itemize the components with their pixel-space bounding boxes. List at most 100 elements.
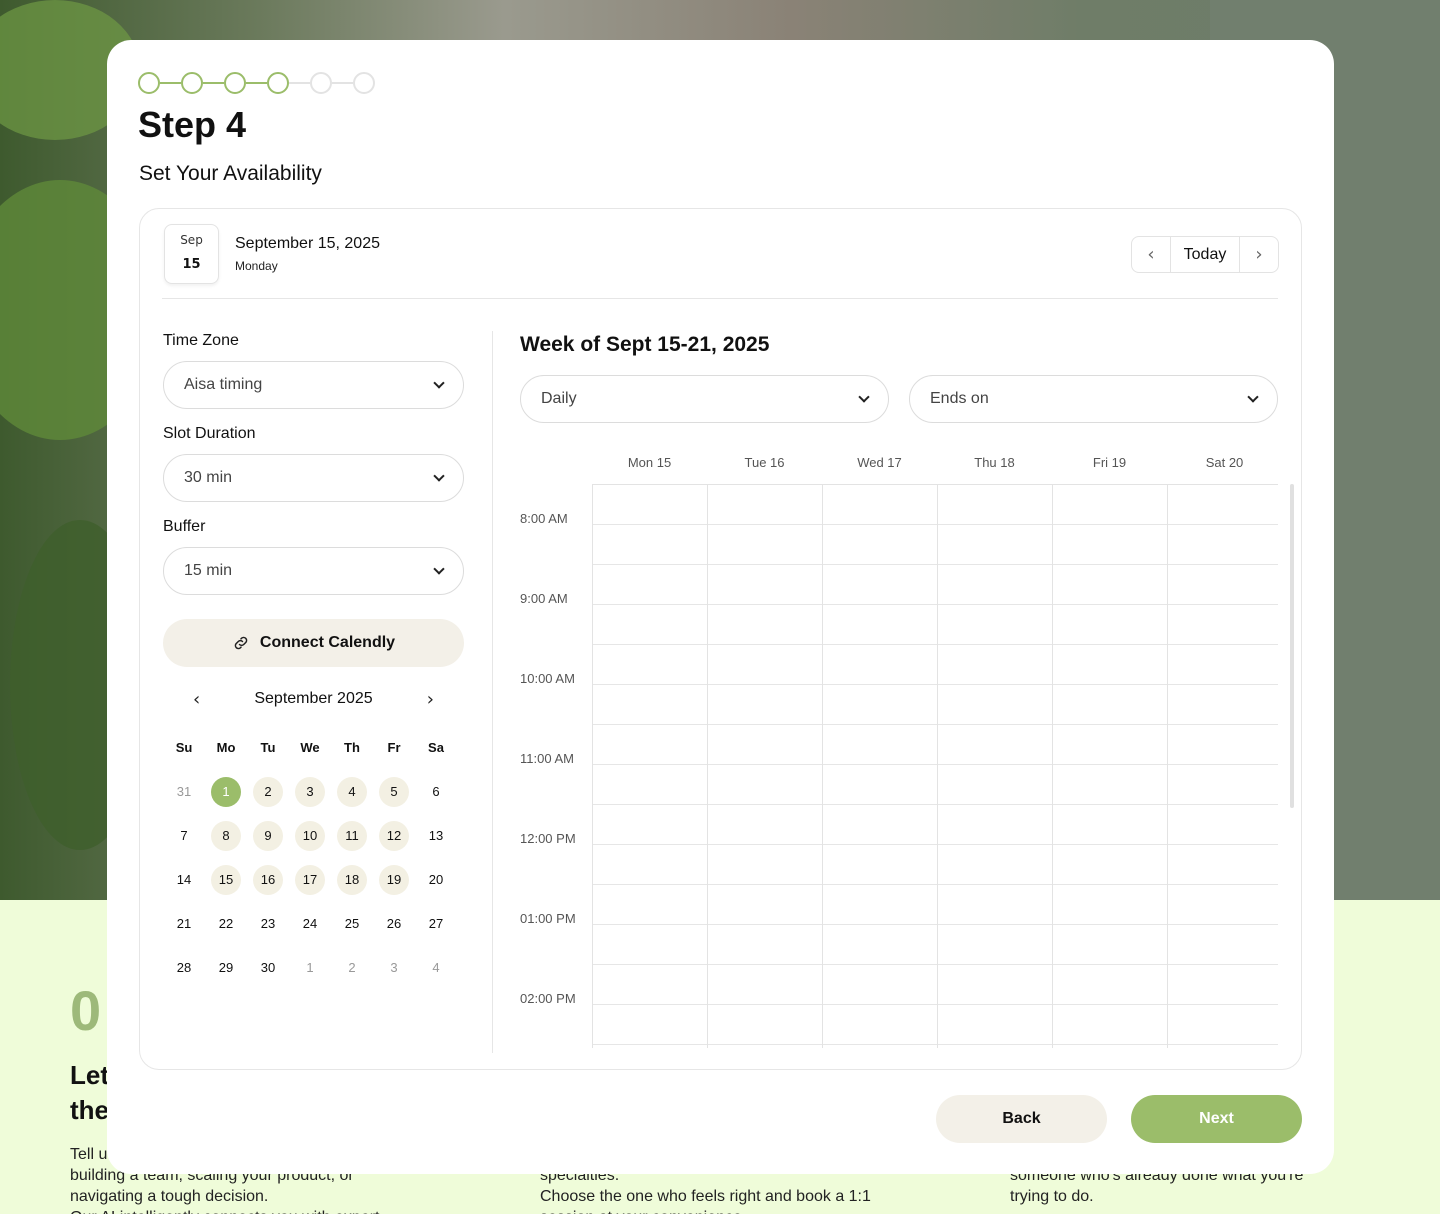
- step-indicator: [224, 72, 246, 94]
- calendar-day[interactable]: 5: [379, 777, 409, 807]
- calendar-day[interactable]: 4: [337, 777, 367, 807]
- step-subtitle: Set Your Availability: [139, 162, 322, 185]
- calendar-day[interactable]: 17: [295, 865, 325, 895]
- grid-row-line: [593, 884, 1278, 885]
- week-grid[interactable]: [592, 484, 1278, 1048]
- connect-calendly-label: Connect Calendly: [259, 634, 396, 651]
- calendar-day[interactable]: 6: [421, 777, 451, 807]
- calendar-day[interactable]: 2: [337, 953, 367, 983]
- time-label: 01:00 PM: [520, 911, 576, 926]
- next-button[interactable]: Next: [1131, 1095, 1302, 1143]
- next-month-button[interactable]: ›: [427, 689, 434, 710]
- calendar-day[interactable]: 26: [379, 909, 409, 939]
- time-label: 12:00 PM: [520, 831, 576, 846]
- calendar-day[interactable]: 8: [211, 821, 241, 851]
- calendar-day[interactable]: 20: [421, 865, 451, 895]
- calendar-day[interactable]: 3: [295, 777, 325, 807]
- time-label: 02:00 PM: [520, 991, 576, 1006]
- calendar-day[interactable]: 1: [211, 777, 241, 807]
- prev-month-button[interactable]: ‹: [193, 689, 200, 710]
- buffer-select[interactable]: 15 min: [163, 547, 464, 595]
- weekday-label: We: [300, 740, 320, 755]
- date-badge: Sep 15: [164, 224, 219, 284]
- current-date: September 15, 2025: [235, 235, 380, 252]
- buffer-label: Buffer: [163, 518, 206, 535]
- current-weekday: Monday: [235, 259, 278, 273]
- chevron-down-icon: [1247, 391, 1259, 403]
- grid-row-line: [593, 724, 1278, 725]
- calendar-day[interactable]: 16: [253, 865, 283, 895]
- step-connector: [160, 82, 181, 84]
- repeat-select[interactable]: Daily: [520, 375, 889, 423]
- calendar-day[interactable]: 30: [253, 953, 283, 983]
- slot-duration-select[interactable]: 30 min: [163, 454, 464, 502]
- calendar-day[interactable]: 25: [337, 909, 367, 939]
- calendar-day[interactable]: 28: [169, 953, 199, 983]
- step-indicator: [267, 72, 289, 94]
- divider: [162, 298, 1278, 299]
- mini-calendar-header: ‹ September 2025 ›: [163, 687, 464, 711]
- calendar-day[interactable]: 14: [169, 865, 199, 895]
- grid-row-line: [593, 604, 1278, 605]
- weekday-label: Fr: [387, 740, 401, 755]
- chevron-down-icon: [858, 391, 870, 403]
- week-day-header: Tue 16: [744, 455, 785, 470]
- grid-column-line: [822, 485, 823, 1048]
- calendar-day[interactable]: 11: [337, 821, 367, 851]
- calendar-day[interactable]: 18: [337, 865, 367, 895]
- grid-row-line: [593, 1044, 1278, 1045]
- calendar-day[interactable]: 3: [379, 953, 409, 983]
- date-badge-month: Sep: [180, 233, 203, 247]
- buffer-value: 15 min: [184, 562, 233, 579]
- calendar-day[interactable]: 2: [253, 777, 283, 807]
- today-button[interactable]: Today: [1170, 237, 1240, 272]
- calendar-day[interactable]: 24: [295, 909, 325, 939]
- week-title: Week of Sept 15-21, 2025: [520, 333, 770, 356]
- step-connector: [203, 82, 224, 84]
- progress-stepper: [138, 72, 375, 94]
- back-button[interactable]: Back: [936, 1095, 1107, 1143]
- calendar-day[interactable]: 10: [295, 821, 325, 851]
- step-indicator: [138, 72, 160, 94]
- week-day-header: Thu 18: [974, 455, 1015, 470]
- step-connector: [332, 82, 353, 84]
- timezone-label: Time Zone: [163, 332, 239, 349]
- date-nav: ‹ Today ›: [1131, 236, 1279, 273]
- mini-calendar-title: September 2025: [254, 690, 373, 707]
- calendar-day[interactable]: 31: [169, 777, 199, 807]
- calendar-day[interactable]: 13: [421, 821, 451, 851]
- timezone-select[interactable]: Aisa timing: [163, 361, 464, 409]
- week-day-header: Wed 17: [857, 455, 902, 470]
- calendar-day[interactable]: 1: [295, 953, 325, 983]
- section-heading: Let the: [70, 1060, 109, 1125]
- grid-row-line: [593, 564, 1278, 565]
- calendar-day[interactable]: 22: [211, 909, 241, 939]
- weekday-label: Su: [175, 740, 193, 755]
- grid-column-line: [707, 485, 708, 1048]
- next-week-button[interactable]: ›: [1240, 237, 1278, 272]
- date-badge-day: 15: [182, 257, 201, 272]
- calendar-day[interactable]: 27: [421, 909, 451, 939]
- calendar-day[interactable]: 15: [211, 865, 241, 895]
- link-icon: [234, 636, 248, 650]
- time-label: 9:00 AM: [520, 591, 568, 606]
- grid-scrollbar[interactable]: [1290, 484, 1294, 808]
- calendar-day[interactable]: 4: [421, 953, 451, 983]
- ends-on-value: Ends on: [930, 390, 989, 407]
- calendar-day[interactable]: 19: [379, 865, 409, 895]
- calendar-day[interactable]: 29: [211, 953, 241, 983]
- calendar-day[interactable]: 12: [379, 821, 409, 851]
- prev-week-button[interactable]: ‹: [1132, 237, 1170, 272]
- calendar-day[interactable]: 7: [169, 821, 199, 851]
- calendar-day[interactable]: 21: [169, 909, 199, 939]
- mini-calendar-grid: Su Mo Tu We Th Fr Sa 31 1 2 3 4 5 6 7 8 9 10 11 12 13 14 15 16 1…: [163, 733, 463, 983]
- chevron-left-icon: ‹: [1147, 244, 1155, 265]
- connect-calendly-button[interactable]: Connect Calendly: [163, 619, 464, 667]
- calendar-day[interactable]: 9: [253, 821, 283, 851]
- ends-on-select[interactable]: Ends on: [909, 375, 1278, 423]
- grid-column-line: [1052, 485, 1053, 1048]
- time-label: 10:00 AM: [520, 671, 575, 686]
- weekday-label: Sa: [428, 740, 444, 755]
- repeat-value: Daily: [541, 390, 577, 407]
- calendar-day[interactable]: 23: [253, 909, 283, 939]
